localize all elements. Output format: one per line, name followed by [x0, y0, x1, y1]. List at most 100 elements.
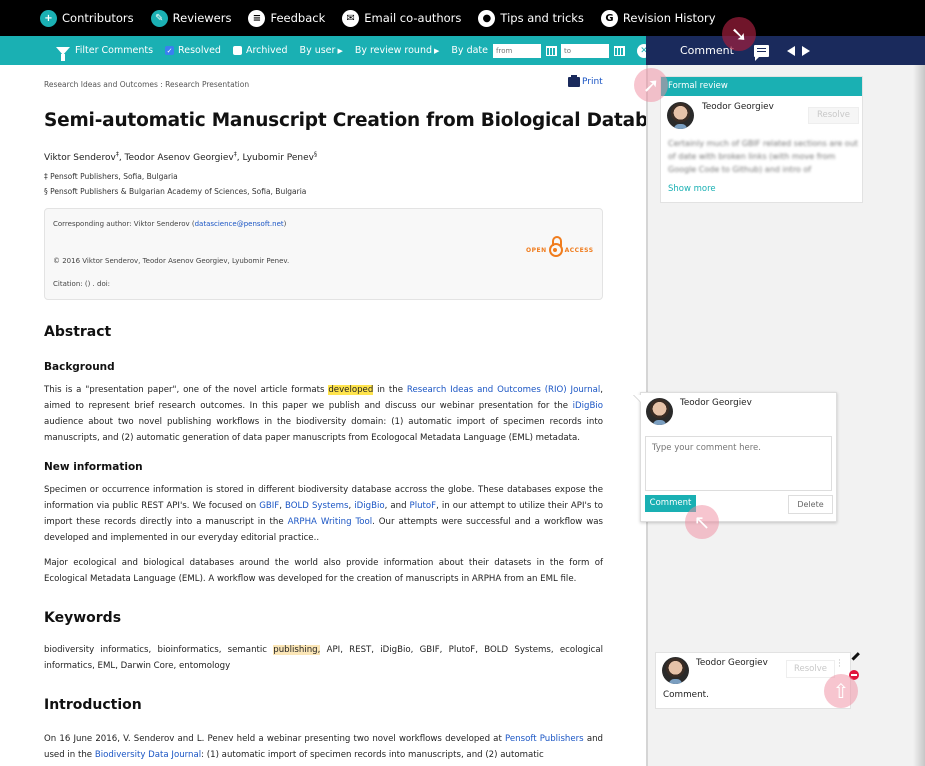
date-from-input[interactable]: [493, 43, 541, 58]
citation: Citation: () . doi:: [53, 280, 111, 288]
idigbio-link[interactable]: iDigBio: [354, 501, 384, 511]
formal-review-card: Formal review Teodor Georgiev Resolve Ce…: [660, 76, 863, 203]
resolve-button[interactable]: Resolve: [808, 107, 859, 124]
commenter-name: Teodor Georgiev: [696, 658, 768, 668]
avatar: [646, 398, 673, 425]
biodiversity-data-journal-link[interactable]: Biodiversity Data Journal: [95, 750, 201, 760]
highlighted-text[interactable]: publishing,: [273, 645, 321, 655]
nav-revision-history-label: Revision History: [622, 11, 716, 25]
background-heading: Background: [44, 361, 115, 373]
commenter-name: Teodor Georgiev: [680, 398, 752, 408]
reviewer-pen-icon: ✎: [150, 9, 168, 27]
top-navigation: + Contributors ✎ Reviewers ≡ Feedback ✉ …: [0, 0, 925, 36]
scroll-shadow: [913, 65, 925, 766]
arpha-writing-tool-link[interactable]: ARPHA Writing Tool: [288, 517, 373, 527]
review-text: Certainly much of GBIF related sections …: [668, 139, 858, 174]
article-content: Research Ideas and Outcomes : Research P…: [0, 65, 646, 766]
nav-feedback[interactable]: ≡ Feedback: [248, 9, 326, 27]
nav-reviewers[interactable]: ✎ Reviewers: [150, 9, 231, 27]
introduction-paragraph: On 16 June 2016, V. Senderov and L. Pene…: [44, 731, 603, 763]
show-more-link[interactable]: Show more: [668, 184, 716, 194]
affiliation-mark: ‡: [233, 151, 237, 158]
delete-button[interactable]: Delete: [788, 495, 833, 514]
date-to-input[interactable]: [561, 43, 609, 58]
text: This is a "presentation paper", one of t…: [44, 385, 329, 395]
filter-comments[interactable]: Filter Comments: [56, 45, 153, 61]
nav-email-coauthors[interactable]: ✉ Email co-authors: [342, 9, 461, 27]
comment-submit-button[interactable]: Comment: [645, 495, 696, 512]
plutof-link[interactable]: PlutoF: [410, 501, 437, 511]
author-link[interactable]: Teodor Asenov Georgiev: [125, 153, 234, 163]
text: biodiversity informatics, bioinformatics…: [44, 645, 274, 655]
affiliation: ‡ Pensoft Publishers, Sofia, Bulgaria: [44, 172, 178, 181]
lightbulb-icon: ●: [478, 9, 496, 27]
text: On 16 June 2016, V. Senderov and L. Pene…: [44, 734, 505, 744]
by-date-label: By date: [451, 45, 488, 56]
abstract-heading: Abstract: [44, 324, 112, 340]
add-user-icon: +: [40, 9, 57, 27]
text: in the: [373, 385, 407, 395]
nav-feedback-label: Feedback: [270, 11, 326, 25]
new-information-heading: New information: [44, 461, 143, 473]
keywords-heading: Keywords: [44, 610, 122, 626]
previous-comment-icon[interactable]: [786, 45, 795, 56]
email-link[interactable]: datascience@pensoft.net: [195, 220, 284, 228]
by-date-filter: By date ✕: [451, 43, 651, 58]
calendar-icon[interactable]: [614, 45, 625, 56]
caret-right-icon: ▶: [434, 46, 440, 55]
calendar-icon[interactable]: [546, 45, 557, 56]
feedback-icon: ≡: [248, 9, 266, 27]
affiliation: § Pensoft Publishers & Bulgarian Academy…: [44, 187, 307, 196]
resolve-button[interactable]: Resolve: [786, 660, 835, 678]
pensoft-publishers-link[interactable]: Pensoft Publishers: [505, 734, 584, 744]
archived-checkbox[interactable]: Archived: [232, 45, 288, 56]
avatar: [667, 102, 694, 129]
next-comment-icon[interactable]: [801, 45, 810, 56]
copyright: © 2016 Viktor Senderov, Teodor Asenov Ge…: [53, 257, 290, 265]
author-list: Viktor Senderov‡, Teodor Asenov Georgiev…: [44, 151, 317, 163]
breadcrumb: Research Ideas and Outcomes : Research P…: [44, 80, 250, 89]
comment-text: Comment.: [663, 690, 709, 700]
nav-tips-and-tricks[interactable]: ● Tips and tricks: [478, 9, 584, 27]
nav-revision-history[interactable]: G Revision History: [600, 9, 716, 27]
keywords-list: biodiversity informatics, bioinformatics…: [44, 642, 603, 674]
new-information-paragraph: Specimen or occurrence information is st…: [44, 482, 603, 546]
add-comment-icon[interactable]: [753, 44, 769, 61]
introduction-heading: Introduction: [44, 697, 142, 713]
gbif-link[interactable]: GBIF: [259, 501, 279, 511]
archived-label: Archived: [245, 45, 288, 56]
more-options-icon[interactable]: · · ·: [838, 657, 841, 672]
tutorial-pointer-arrow-icon: ⇧: [824, 674, 858, 708]
avatar: [662, 657, 689, 684]
bold-systems-link[interactable]: BOLD Systems: [285, 501, 348, 511]
new-information-paragraph-2: Major ecological and biological database…: [44, 558, 603, 584]
comment-textarea[interactable]: [645, 436, 832, 491]
new-comment-box: Teodor Georgiev Comment Delete: [640, 392, 837, 522]
resolved-checkbox[interactable]: ✓ Resolved: [165, 45, 221, 56]
nav-contributors[interactable]: + Contributors: [40, 9, 134, 27]
tutorial-pointer-arrow-icon: ➚: [634, 68, 668, 102]
nav-tips-label: Tips and tricks: [500, 11, 584, 25]
by-user-filter[interactable]: By user ▶: [300, 45, 343, 56]
by-review-round-filter[interactable]: By review round ▶: [355, 45, 440, 56]
filter-comments-bar: Filter Comments ✓ Resolved Archived By u…: [0, 36, 651, 65]
checkbox-unchecked-icon: [232, 46, 242, 55]
print-button[interactable]: Print: [568, 75, 603, 87]
rio-journal-link[interactable]: Research Ideas and Outcomes (RIO) Journa…: [407, 385, 600, 395]
author-link[interactable]: Viktor Senderov: [44, 153, 116, 163]
caret-right-icon: ▶: [337, 46, 343, 55]
highlighted-text[interactable]: developed: [328, 385, 374, 395]
idigbio-link[interactable]: iDigBio: [573, 401, 603, 411]
print-label: Print: [582, 77, 603, 87]
reviewer-name: Teodor Georgiev: [702, 102, 774, 112]
posted-comment-card: Teodor Georgiev Resolve Comment.: [655, 652, 851, 709]
author-link[interactable]: Lyubomir Penev: [243, 153, 314, 163]
comment-panel-title: Comment: [680, 44, 734, 57]
corresponding-author-label: Corresponding author: Viktor Senderov (: [53, 220, 195, 228]
printer-icon: [568, 75, 580, 87]
open-access-text: OPEN: [526, 246, 547, 254]
affiliation-mark: §: [313, 151, 317, 158]
by-review-round-label: By review round: [354, 45, 433, 56]
formal-review-header: Formal review: [661, 77, 862, 96]
resolved-label: Resolved: [178, 45, 221, 56]
